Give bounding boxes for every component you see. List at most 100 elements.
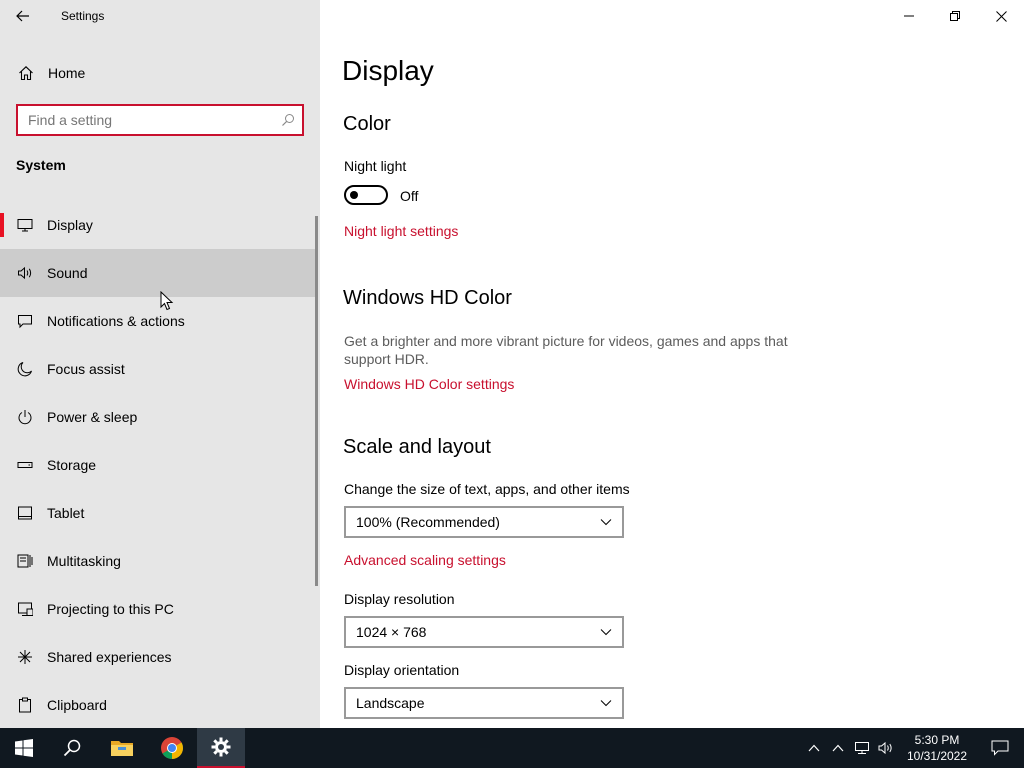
page-title: Display [342, 55, 434, 86]
search-icon[interactable] [274, 113, 302, 127]
chevron-up-icon [832, 744, 844, 752]
chevron-down-icon [600, 629, 612, 636]
sidebar-item-notifications[interactable]: Notifications & actions [0, 297, 316, 345]
nav-list: Display Sound Notifications & actions Fo… [0, 201, 316, 729]
minimize-button[interactable] [886, 0, 932, 32]
app-title: Settings [61, 9, 105, 23]
sidebar-item-multitasking[interactable]: Multitasking [0, 537, 316, 585]
share-icon [15, 647, 35, 667]
orientation-dropdown[interactable]: Landscape [344, 687, 624, 719]
taskbar-clock[interactable]: 5:30 PM 10/31/2022 [898, 732, 976, 764]
chevron-down-icon [600, 519, 612, 526]
sidebar-item-label: Shared experiences [47, 649, 172, 665]
taskbar-search-button[interactable] [48, 728, 96, 768]
clock-date: 10/31/2022 [906, 749, 968, 763]
section-title: System [16, 157, 66, 173]
message-icon [15, 311, 35, 331]
action-center-button[interactable] [976, 728, 1024, 768]
hdr-heading: Windows HD Color [343, 287, 512, 309]
night-light-label: Night light [344, 158, 407, 174]
orientation-label: Display orientation [344, 662, 460, 678]
multitask-icon [15, 551, 35, 571]
night-light-settings-link[interactable]: Night light settings [344, 223, 458, 239]
chevron-up-icon [808, 744, 820, 752]
resolution-label: Display resolution [344, 591, 455, 607]
back-arrow-icon [16, 10, 29, 22]
color-heading: Color [343, 113, 391, 135]
mouse-cursor-icon [160, 291, 174, 311]
close-button[interactable] [978, 0, 1024, 32]
show-hidden-icons-button[interactable] [802, 728, 826, 768]
sidebar-item-label: Sound [47, 265, 88, 281]
search-input[interactable] [18, 112, 274, 128]
speaker-icon [15, 263, 35, 283]
scale-dropdown[interactable]: 100% (Recommended) [344, 506, 624, 538]
home-icon [16, 63, 36, 83]
sidebar-item-label: Display [47, 217, 93, 233]
sidebar-item-focus-assist[interactable]: Focus assist [0, 345, 316, 393]
tablet-icon [15, 503, 35, 523]
sidebar-item-label: Projecting to this PC [47, 601, 174, 617]
volume-button[interactable] [874, 728, 898, 768]
hdr-settings-link[interactable]: Windows HD Color settings [344, 376, 514, 392]
minimize-icon [904, 15, 914, 17]
sidebar: Settings Home System Display Sound [0, 0, 320, 728]
scale-dropdown-value: 100% (Recommended) [356, 514, 500, 530]
sidebar-item-shared-experiences[interactable]: Shared experiences [0, 633, 316, 681]
system-tray: 5:30 PM 10/31/2022 [802, 728, 1024, 768]
main-content: Display Color Night light Off Night ligh… [320, 0, 1024, 728]
title-bar-left: Settings [0, 0, 320, 32]
restore-button[interactable] [932, 0, 978, 32]
windows-start-icon [15, 739, 33, 757]
hdr-description: Get a brighter and more vibrant picture … [344, 333, 788, 367]
sidebar-item-sound[interactable]: Sound [0, 249, 316, 297]
chrome-icon [161, 737, 183, 759]
sidebar-item-clipboard[interactable]: Clipboard [0, 681, 316, 729]
sidebar-item-label: Notifications & actions [47, 313, 185, 329]
resolution-dropdown-value: 1024 × 768 [356, 624, 427, 640]
selection-indicator [0, 213, 4, 237]
volume-icon [878, 741, 892, 755]
sidebar-item-label: Clipboard [47, 697, 107, 713]
chrome-button[interactable] [148, 728, 196, 768]
sidebar-item-display[interactable]: Display [0, 201, 316, 249]
orientation-dropdown-value: Landscape [356, 695, 425, 711]
scale-heading: Scale and layout [343, 436, 491, 458]
night-light-state: Off [400, 188, 419, 204]
sidebar-item-label: Power & sleep [47, 409, 138, 425]
chevron-down-icon [600, 700, 612, 707]
search-box[interactable] [16, 104, 304, 136]
night-light-toggle[interactable] [344, 185, 388, 205]
scale-size-label: Change the size of text, apps, and other… [344, 481, 630, 497]
toggle-knob [350, 191, 358, 199]
resolution-dropdown[interactable]: 1024 × 768 [344, 616, 624, 648]
settings-gear-icon [211, 737, 231, 757]
clock-time: 5:30 PM [914, 733, 960, 747]
close-icon [995, 10, 1007, 22]
settings-taskbar-button[interactable] [197, 728, 245, 768]
sidebar-item-label: Multitasking [47, 553, 121, 569]
sidebar-item-power-sleep[interactable]: Power & sleep [0, 393, 316, 441]
sidebar-item-projecting[interactable]: Projecting to this PC [0, 585, 316, 633]
home-label: Home [48, 65, 86, 81]
sidebar-item-storage[interactable]: Storage [0, 441, 316, 489]
sidebar-item-label: Focus assist [47, 361, 125, 377]
restore-icon [950, 11, 960, 21]
sidebar-scrollbar[interactable] [315, 216, 318, 586]
notification-icon [991, 740, 1009, 756]
sidebar-item-tablet[interactable]: Tablet [0, 489, 316, 537]
projector-icon [15, 599, 35, 619]
clipboard-icon [15, 695, 35, 715]
back-button[interactable] [0, 0, 46, 32]
advanced-scaling-link[interactable]: Advanced scaling settings [344, 552, 506, 568]
taskbar: 5:30 PM 10/31/2022 [0, 728, 1024, 768]
home-link[interactable]: Home [0, 53, 320, 93]
file-explorer-button[interactable] [98, 728, 146, 768]
start-button[interactable] [0, 728, 48, 768]
drive-icon [15, 455, 35, 475]
file-explorer-icon [111, 741, 133, 756]
tray-expand-button[interactable] [826, 728, 850, 768]
sidebar-item-label: Tablet [47, 505, 85, 521]
network-icon [855, 742, 869, 754]
network-button[interactable] [850, 728, 874, 768]
